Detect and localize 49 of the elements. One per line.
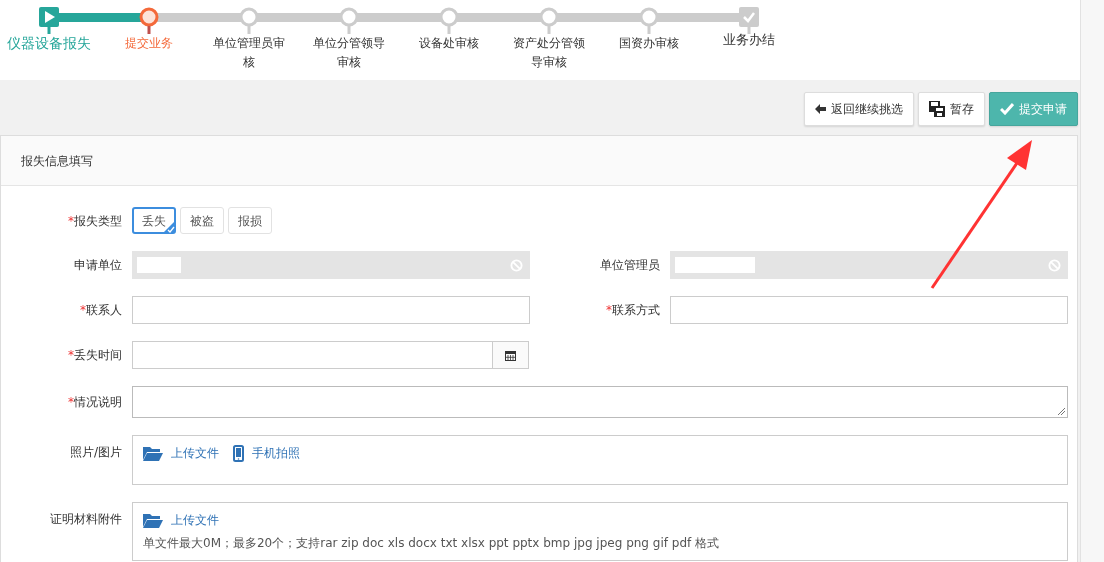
option-button[interactable]: 被盗 — [180, 207, 224, 234]
input-field[interactable] — [132, 296, 530, 324]
step-label: 仪器设备报失 — [7, 34, 91, 53]
panel-title: 报失信息填写 — [21, 152, 93, 170]
back-button[interactable]: 返回继续挑选 — [804, 91, 914, 126]
required-mark: * — [80, 302, 86, 319]
arrow-left-icon — [815, 103, 826, 114]
field-label: 联系方式 — [612, 302, 660, 319]
field-label: 联系人 — [86, 302, 122, 319]
folder-icon — [143, 445, 163, 461]
selected-corner-icon — [163, 221, 175, 233]
upload-link[interactable]: 手机拍照 — [233, 444, 300, 462]
step-label: 单位分管领导审核 — [312, 35, 386, 71]
save-icon — [929, 100, 945, 117]
disabled-icon — [510, 258, 523, 272]
step-label: 业务办结 — [723, 31, 775, 49]
required-mark: * — [68, 394, 74, 411]
field-label: 照片/图片 — [69, 444, 122, 461]
upload-link[interactable]: 上传文件 — [143, 444, 219, 462]
field-label: 丢失时间 — [74, 347, 122, 364]
hint-text: 单文件最大0M；最多20个；支持rar zip doc xls docx txt xlsx ppt pptx bmp jpg jpeg png gif pdf 格式 — [143, 535, 721, 552]
required-mark: * — [606, 302, 612, 319]
required-mark: * — [68, 347, 74, 364]
step-label: 提交业务 — [125, 35, 173, 52]
step-label: 资产处分管领导审核 — [512, 35, 586, 71]
input-field[interactable] — [670, 296, 1068, 324]
calendar-icon — [505, 349, 516, 361]
field-label: 单位管理员 — [600, 257, 660, 274]
check-icon — [1000, 102, 1014, 115]
upload-link[interactable]: 上传文件 — [143, 511, 219, 529]
field-label: 证明材料附件 — [50, 511, 122, 528]
required-mark: * — [68, 212, 74, 230]
step-label: 单位管理员审核 — [212, 35, 286, 71]
option-button[interactable]: 丢失 — [132, 207, 176, 234]
text-area[interactable] — [132, 386, 1068, 418]
scrollbar[interactable] — [1080, 0, 1104, 562]
field-label: 报失类型 — [74, 212, 122, 230]
option-button[interactable]: 报损 — [228, 207, 272, 234]
field-label: 申请单位 — [74, 257, 122, 274]
date-field[interactable] — [132, 341, 493, 369]
calendar-button[interactable] — [493, 341, 529, 369]
folder-icon — [143, 512, 163, 528]
step-label: 设备处审核 — [419, 35, 479, 52]
save-button[interactable]: 暂存 — [918, 91, 985, 126]
field-label: 情况说明 — [74, 394, 122, 411]
disabled-icon — [1048, 258, 1061, 272]
resize-handle[interactable] — [1057, 407, 1065, 415]
step-label: 国资办审核 — [619, 35, 679, 52]
phone-icon — [233, 444, 244, 462]
